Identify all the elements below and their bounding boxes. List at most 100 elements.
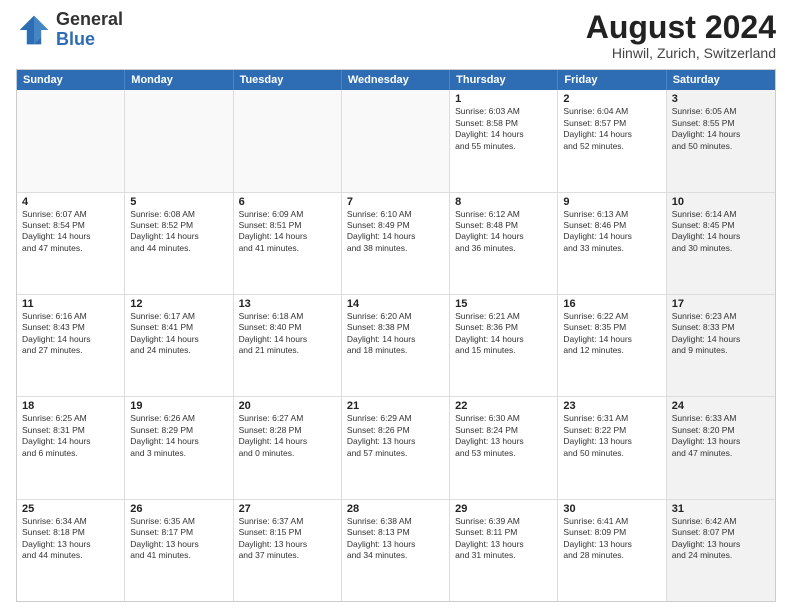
day-info: Sunrise: 6:41 AM Sunset: 8:09 PM Dayligh… — [563, 516, 660, 562]
calendar-cell-r2-c5: 16Sunrise: 6:22 AM Sunset: 8:35 PM Dayli… — [558, 295, 666, 396]
day-number: 16 — [563, 298, 660, 310]
day-number: 4 — [22, 196, 119, 208]
day-info: Sunrise: 6:34 AM Sunset: 8:18 PM Dayligh… — [22, 516, 119, 562]
day-info: Sunrise: 6:35 AM Sunset: 8:17 PM Dayligh… — [130, 516, 227, 562]
calendar-cell-r3-c3: 21Sunrise: 6:29 AM Sunset: 8:26 PM Dayli… — [342, 397, 450, 498]
day-number: 2 — [563, 93, 660, 105]
calendar-cell-r0-c5: 2Sunrise: 6:04 AM Sunset: 8:57 PM Daylig… — [558, 90, 666, 191]
day-number: 29 — [455, 503, 552, 515]
calendar-cell-r4-c1: 26Sunrise: 6:35 AM Sunset: 8:17 PM Dayli… — [125, 500, 233, 601]
calendar-cell-r4-c4: 29Sunrise: 6:39 AM Sunset: 8:11 PM Dayli… — [450, 500, 558, 601]
logo-general-text: General — [56, 9, 123, 29]
calendar-row-0: 1Sunrise: 6:03 AM Sunset: 8:58 PM Daylig… — [17, 90, 775, 191]
calendar-cell-r1-c5: 9Sunrise: 6:13 AM Sunset: 8:46 PM Daylig… — [558, 193, 666, 294]
calendar-cell-r2-c3: 14Sunrise: 6:20 AM Sunset: 8:38 PM Dayli… — [342, 295, 450, 396]
day-number: 27 — [239, 503, 336, 515]
calendar-row-3: 18Sunrise: 6:25 AM Sunset: 8:31 PM Dayli… — [17, 396, 775, 498]
calendar-cell-r4-c2: 27Sunrise: 6:37 AM Sunset: 8:15 PM Dayli… — [234, 500, 342, 601]
day-info: Sunrise: 6:09 AM Sunset: 8:51 PM Dayligh… — [239, 209, 336, 255]
calendar-cell-r1-c2: 6Sunrise: 6:09 AM Sunset: 8:51 PM Daylig… — [234, 193, 342, 294]
day-number: 30 — [563, 503, 660, 515]
day-number: 12 — [130, 298, 227, 310]
day-number: 23 — [563, 400, 660, 412]
day-info: Sunrise: 6:22 AM Sunset: 8:35 PM Dayligh… — [563, 311, 660, 357]
calendar-cell-r1-c1: 5Sunrise: 6:08 AM Sunset: 8:52 PM Daylig… — [125, 193, 233, 294]
day-number: 9 — [563, 196, 660, 208]
calendar-cell-r0-c0 — [17, 90, 125, 191]
day-info: Sunrise: 6:13 AM Sunset: 8:46 PM Dayligh… — [563, 209, 660, 255]
calendar-cell-r0-c4: 1Sunrise: 6:03 AM Sunset: 8:58 PM Daylig… — [450, 90, 558, 191]
day-number: 19 — [130, 400, 227, 412]
header-tuesday: Tuesday — [234, 70, 342, 90]
day-info: Sunrise: 6:29 AM Sunset: 8:26 PM Dayligh… — [347, 413, 444, 459]
calendar-cell-r2-c6: 17Sunrise: 6:23 AM Sunset: 8:33 PM Dayli… — [667, 295, 775, 396]
day-info: Sunrise: 6:14 AM Sunset: 8:45 PM Dayligh… — [672, 209, 770, 255]
calendar-cell-r4-c6: 31Sunrise: 6:42 AM Sunset: 8:07 PM Dayli… — [667, 500, 775, 601]
day-info: Sunrise: 6:33 AM Sunset: 8:20 PM Dayligh… — [672, 413, 770, 459]
day-info: Sunrise: 6:42 AM Sunset: 8:07 PM Dayligh… — [672, 516, 770, 562]
calendar-cell-r4-c3: 28Sunrise: 6:38 AM Sunset: 8:13 PM Dayli… — [342, 500, 450, 601]
day-number: 8 — [455, 196, 552, 208]
day-number: 13 — [239, 298, 336, 310]
day-info: Sunrise: 6:10 AM Sunset: 8:49 PM Dayligh… — [347, 209, 444, 255]
calendar-cell-r4-c5: 30Sunrise: 6:41 AM Sunset: 8:09 PM Dayli… — [558, 500, 666, 601]
day-number: 18 — [22, 400, 119, 412]
header: General Blue August 2024 Hinwil, Zurich,… — [16, 10, 776, 61]
calendar-cell-r3-c2: 20Sunrise: 6:27 AM Sunset: 8:28 PM Dayli… — [234, 397, 342, 498]
page: General Blue August 2024 Hinwil, Zurich,… — [0, 0, 792, 612]
day-number: 5 — [130, 196, 227, 208]
header-wednesday: Wednesday — [342, 70, 450, 90]
day-number: 24 — [672, 400, 770, 412]
day-info: Sunrise: 6:25 AM Sunset: 8:31 PM Dayligh… — [22, 413, 119, 459]
day-info: Sunrise: 6:23 AM Sunset: 8:33 PM Dayligh… — [672, 311, 770, 357]
calendar-cell-r1-c6: 10Sunrise: 6:14 AM Sunset: 8:45 PM Dayli… — [667, 193, 775, 294]
calendar-cell-r2-c0: 11Sunrise: 6:16 AM Sunset: 8:43 PM Dayli… — [17, 295, 125, 396]
day-number: 15 — [455, 298, 552, 310]
day-info: Sunrise: 6:04 AM Sunset: 8:57 PM Dayligh… — [563, 106, 660, 152]
day-number: 22 — [455, 400, 552, 412]
calendar-cell-r1-c4: 8Sunrise: 6:12 AM Sunset: 8:48 PM Daylig… — [450, 193, 558, 294]
day-info: Sunrise: 6:39 AM Sunset: 8:11 PM Dayligh… — [455, 516, 552, 562]
calendar-cell-r2-c4: 15Sunrise: 6:21 AM Sunset: 8:36 PM Dayli… — [450, 295, 558, 396]
calendar-row-1: 4Sunrise: 6:07 AM Sunset: 8:54 PM Daylig… — [17, 192, 775, 294]
day-info: Sunrise: 6:21 AM Sunset: 8:36 PM Dayligh… — [455, 311, 552, 357]
logo-text: General Blue — [56, 10, 123, 50]
header-friday: Friday — [558, 70, 666, 90]
day-info: Sunrise: 6:30 AM Sunset: 8:24 PM Dayligh… — [455, 413, 552, 459]
logo-icon — [16, 12, 52, 48]
day-number: 26 — [130, 503, 227, 515]
header-sunday: Sunday — [17, 70, 125, 90]
calendar: Sunday Monday Tuesday Wednesday Thursday… — [16, 69, 776, 602]
day-info: Sunrise: 6:20 AM Sunset: 8:38 PM Dayligh… — [347, 311, 444, 357]
day-info: Sunrise: 6:27 AM Sunset: 8:28 PM Dayligh… — [239, 413, 336, 459]
day-number: 1 — [455, 93, 552, 105]
calendar-cell-r3-c6: 24Sunrise: 6:33 AM Sunset: 8:20 PM Dayli… — [667, 397, 775, 498]
header-saturday: Saturday — [667, 70, 775, 90]
day-number: 20 — [239, 400, 336, 412]
day-info: Sunrise: 6:05 AM Sunset: 8:55 PM Dayligh… — [672, 106, 770, 152]
day-info: Sunrise: 6:26 AM Sunset: 8:29 PM Dayligh… — [130, 413, 227, 459]
day-number: 10 — [672, 196, 770, 208]
calendar-cell-r3-c1: 19Sunrise: 6:26 AM Sunset: 8:29 PM Dayli… — [125, 397, 233, 498]
day-info: Sunrise: 6:12 AM Sunset: 8:48 PM Dayligh… — [455, 209, 552, 255]
day-number: 31 — [672, 503, 770, 515]
day-info: Sunrise: 6:03 AM Sunset: 8:58 PM Dayligh… — [455, 106, 552, 152]
calendar-cell-r0-c1 — [125, 90, 233, 191]
day-number: 25 — [22, 503, 119, 515]
calendar-cell-r1-c3: 7Sunrise: 6:10 AM Sunset: 8:49 PM Daylig… — [342, 193, 450, 294]
header-thursday: Thursday — [450, 70, 558, 90]
location: Hinwil, Zurich, Switzerland — [586, 45, 776, 61]
day-info: Sunrise: 6:08 AM Sunset: 8:52 PM Dayligh… — [130, 209, 227, 255]
day-info: Sunrise: 6:31 AM Sunset: 8:22 PM Dayligh… — [563, 413, 660, 459]
header-monday: Monday — [125, 70, 233, 90]
day-info: Sunrise: 6:16 AM Sunset: 8:43 PM Dayligh… — [22, 311, 119, 357]
day-number: 7 — [347, 196, 444, 208]
day-number: 11 — [22, 298, 119, 310]
calendar-row-4: 25Sunrise: 6:34 AM Sunset: 8:18 PM Dayli… — [17, 499, 775, 601]
day-number: 17 — [672, 298, 770, 310]
month-title: August 2024 — [586, 10, 776, 45]
day-info: Sunrise: 6:38 AM Sunset: 8:13 PM Dayligh… — [347, 516, 444, 562]
title-block: August 2024 Hinwil, Zurich, Switzerland — [586, 10, 776, 61]
day-info: Sunrise: 6:37 AM Sunset: 8:15 PM Dayligh… — [239, 516, 336, 562]
day-number: 6 — [239, 196, 336, 208]
